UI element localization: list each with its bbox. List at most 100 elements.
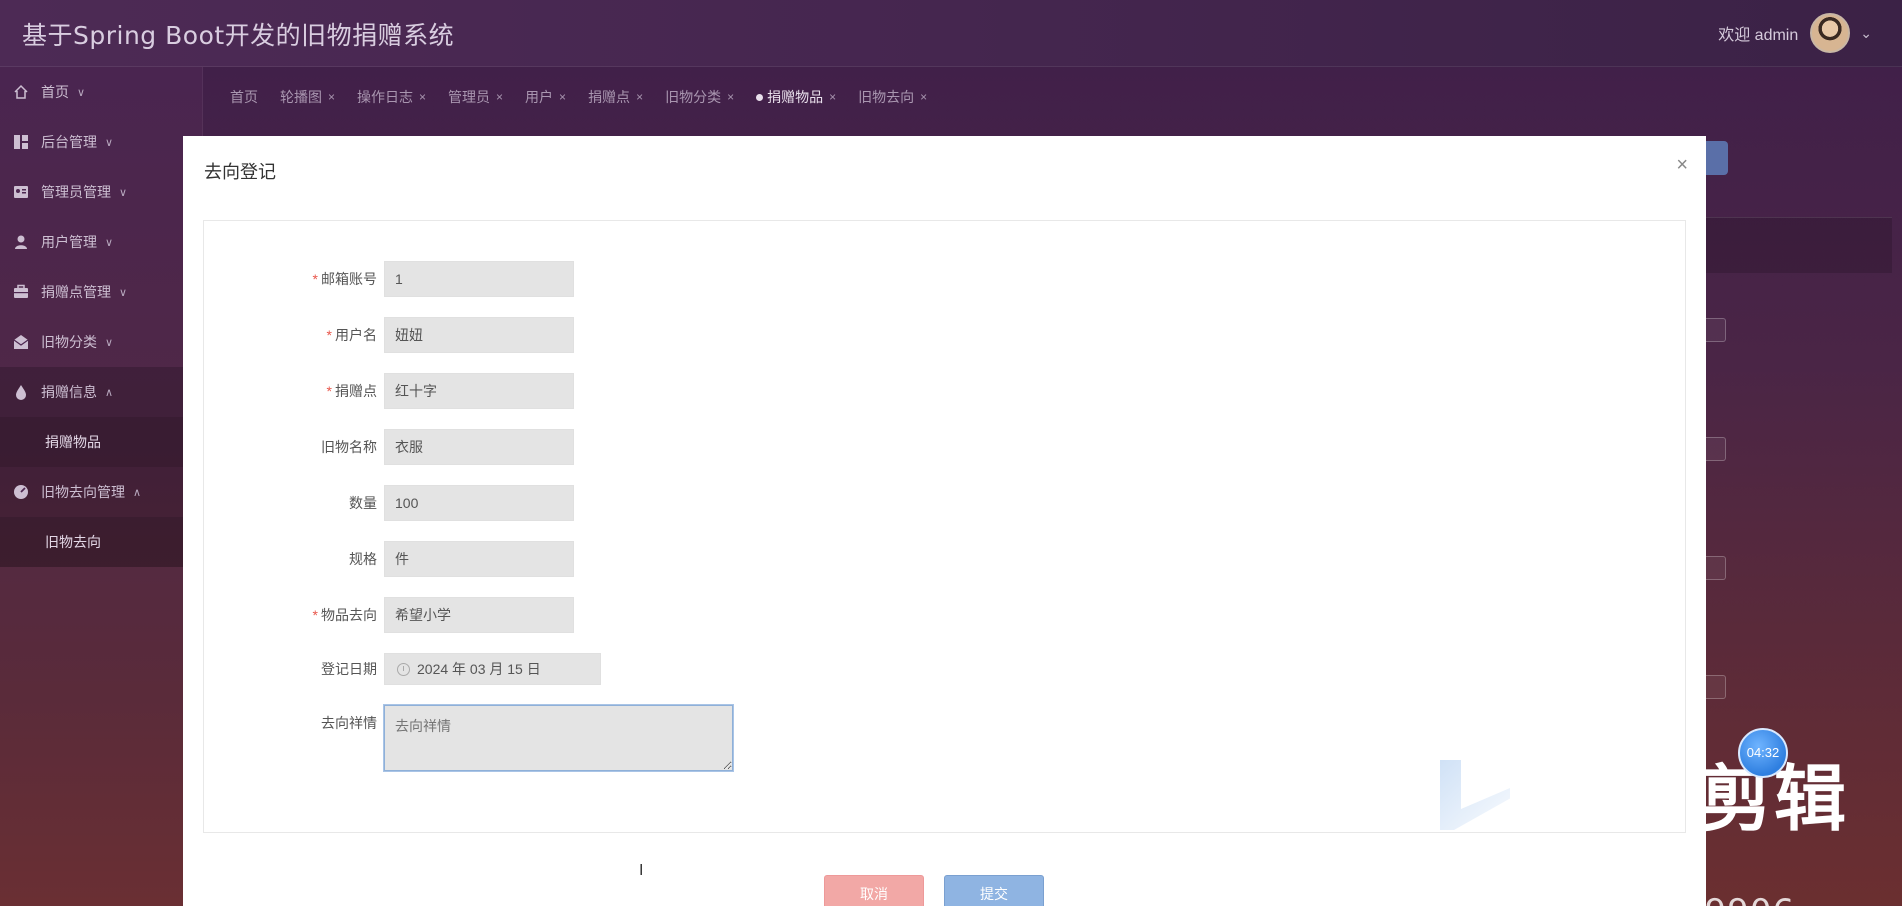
user-icon: [15, 235, 27, 249]
sidebar-item-home[interactable]: 首页 ∨: [0, 67, 203, 117]
destination-field[interactable]: 希望小学: [384, 597, 574, 633]
chevron-up-icon: ∧: [133, 486, 142, 499]
tab-carousel[interactable]: 轮播图 ×: [280, 87, 335, 107]
tab-home[interactable]: 首页: [230, 87, 258, 107]
tab-label: 操作日志: [357, 89, 414, 105]
tab-label: 旧物去向: [858, 89, 915, 105]
field-label-text: 捐赠点: [335, 383, 377, 399]
clock-icon: [397, 663, 410, 676]
form-row-destination: * 物品去向 希望小学: [204, 597, 1104, 633]
form-row-detail: 去向祥情: [204, 704, 1104, 775]
tab-operation-log[interactable]: 操作日志 ×: [357, 87, 426, 107]
tab-destinations[interactable]: 旧物去向 ×: [858, 87, 927, 107]
sidebar-item-users[interactable]: 用户管理 ∨: [0, 217, 203, 267]
email-field[interactable]: 1: [384, 261, 574, 297]
cancel-button[interactable]: 取消: [824, 875, 924, 906]
sidebar-item-label: 捐赠点管理: [41, 284, 111, 300]
required-mark: *: [326, 327, 332, 343]
close-icon[interactable]: ×: [920, 90, 927, 104]
close-icon[interactable]: ×: [1676, 154, 1688, 177]
form-row-username: * 用户名 妞妞: [204, 317, 1104, 353]
sidebar-subitem-label: 捐赠物品: [45, 434, 101, 450]
active-dot-icon: [756, 93, 764, 101]
field-label-text: 物品去向: [321, 607, 377, 623]
tab-label: 用户: [525, 89, 554, 105]
tab-bar: 首页 轮播图 × 操作日志 × 管理员 × 用户 × 捐赠点 × 旧物分类 × 捐赠物品 × …: [230, 82, 949, 112]
tab-label: 捐赠物品: [767, 89, 824, 105]
sidebar-subitem-label: 旧物去向: [45, 534, 101, 550]
donation-point-field[interactable]: 红十字: [384, 373, 574, 409]
spec-field[interactable]: 件: [384, 541, 574, 577]
field-label-text: 旧物名称: [321, 439, 377, 455]
dialog-title: 去向登记: [204, 162, 276, 182]
tab-categories[interactable]: 旧物分类 ×: [665, 87, 734, 107]
chevron-up-icon: ∧: [105, 386, 114, 399]
close-icon[interactable]: ×: [829, 90, 836, 104]
welcome-text: 欢迎 admin: [1718, 27, 1799, 44]
sidebar-item-label: 后台管理: [41, 134, 97, 150]
quantity-field[interactable]: 100: [384, 485, 574, 521]
field-label: 旧物名称: [284, 429, 377, 465]
date-value: 2024 年 03 月 15 日: [417, 661, 541, 677]
sidebar-subitem-donated-items[interactable]: 捐赠物品: [0, 417, 203, 467]
field-label: 去向祥情: [284, 705, 377, 741]
chevron-down-icon: ∨: [119, 286, 128, 299]
close-icon[interactable]: ×: [496, 90, 503, 104]
tab-donation-points[interactable]: 捐赠点 ×: [588, 87, 643, 107]
field-label-text: 规格: [349, 551, 377, 567]
required-mark: *: [312, 271, 318, 287]
form-row-quantity: 数量 100: [204, 485, 1104, 521]
chevron-down-icon: ∨: [105, 136, 114, 149]
sidebar-item-backend[interactable]: 后台管理 ∨: [0, 117, 203, 167]
chevron-down-icon: ∨: [105, 336, 114, 349]
field-label-text: 数量: [349, 495, 377, 511]
sidebar-item-destination-mgmt[interactable]: 旧物去向管理 ∧: [0, 467, 203, 517]
date-picker[interactable]: 2024 年 03 月 15 日: [384, 653, 601, 685]
sidebar-item-donation-points[interactable]: 捐赠点管理 ∨: [0, 267, 203, 317]
gauge-icon: [14, 485, 28, 499]
close-icon[interactable]: ×: [727, 90, 734, 104]
close-icon[interactable]: ×: [636, 90, 643, 104]
text-cursor-icon: I: [639, 862, 644, 879]
user-menu[interactable]: 欢迎 admin ⌄: [1718, 11, 1872, 55]
app-title: 基于Spring Boot开发的旧物捐赠系统: [22, 21, 455, 50]
form-row-email: * 邮箱账号 1: [204, 261, 1104, 297]
briefcase-icon: [14, 284, 28, 298]
item-name-field[interactable]: 衣服: [384, 429, 574, 465]
chevron-down-icon[interactable]: ⌄: [1860, 25, 1872, 42]
sidebar-item-donation-info[interactable]: 捐赠信息 ∧: [0, 367, 203, 417]
required-mark: *: [312, 607, 318, 623]
form-panel: * 邮箱账号 1 * 用户名 妞妞 * 捐赠点 红十字 旧物名称 衣服 数量 100 …: [203, 220, 1686, 833]
field-label: * 物品去向: [284, 597, 377, 633]
field-label: 登记日期: [284, 653, 377, 685]
background-button: [1706, 141, 1728, 175]
top-header: 基于Spring Boot开发的旧物捐赠系统 欢迎 admin ⌄: [0, 0, 1902, 67]
sidebar-item-categories[interactable]: 旧物分类 ∨: [0, 317, 203, 367]
tab-donated-items[interactable]: 捐赠物品 ×: [756, 87, 836, 107]
sidebar-item-admins[interactable]: 管理员管理 ∨: [0, 167, 203, 217]
close-icon[interactable]: ×: [328, 90, 335, 104]
field-label: * 捐赠点: [284, 373, 377, 409]
background-table-header: [1706, 217, 1892, 273]
watermark: CSDN @Q_1928499906: [1488, 852, 1794, 906]
tab-admins[interactable]: 管理员 ×: [448, 87, 503, 107]
close-icon[interactable]: ×: [419, 90, 426, 104]
avatar[interactable]: [1810, 13, 1851, 53]
sidebar-item-label: 首页: [41, 84, 69, 100]
username-field[interactable]: 妞妞: [384, 317, 574, 353]
form-row-spec: 规格 件: [204, 541, 1104, 577]
field-label: 数量: [284, 485, 377, 521]
field-label-text: 用户名: [335, 327, 377, 343]
detail-textarea[interactable]: [383, 704, 734, 772]
close-icon[interactable]: ×: [559, 90, 566, 104]
tab-label: 轮播图: [280, 89, 322, 105]
field-label-text: 邮箱账号: [321, 271, 377, 287]
submit-button[interactable]: 提交: [944, 875, 1044, 906]
tab-label: 捐赠点: [588, 89, 631, 105]
field-label-text: 去向祥情: [321, 715, 377, 731]
sidebar-item-label: 旧物分类: [41, 334, 97, 350]
tab-users[interactable]: 用户 ×: [525, 87, 566, 107]
sidebar-subitem-destinations[interactable]: 旧物去向: [0, 517, 203, 567]
dashboard-icon: [14, 135, 28, 149]
form-row-donation-point: * 捐赠点 红十字: [204, 373, 1104, 409]
